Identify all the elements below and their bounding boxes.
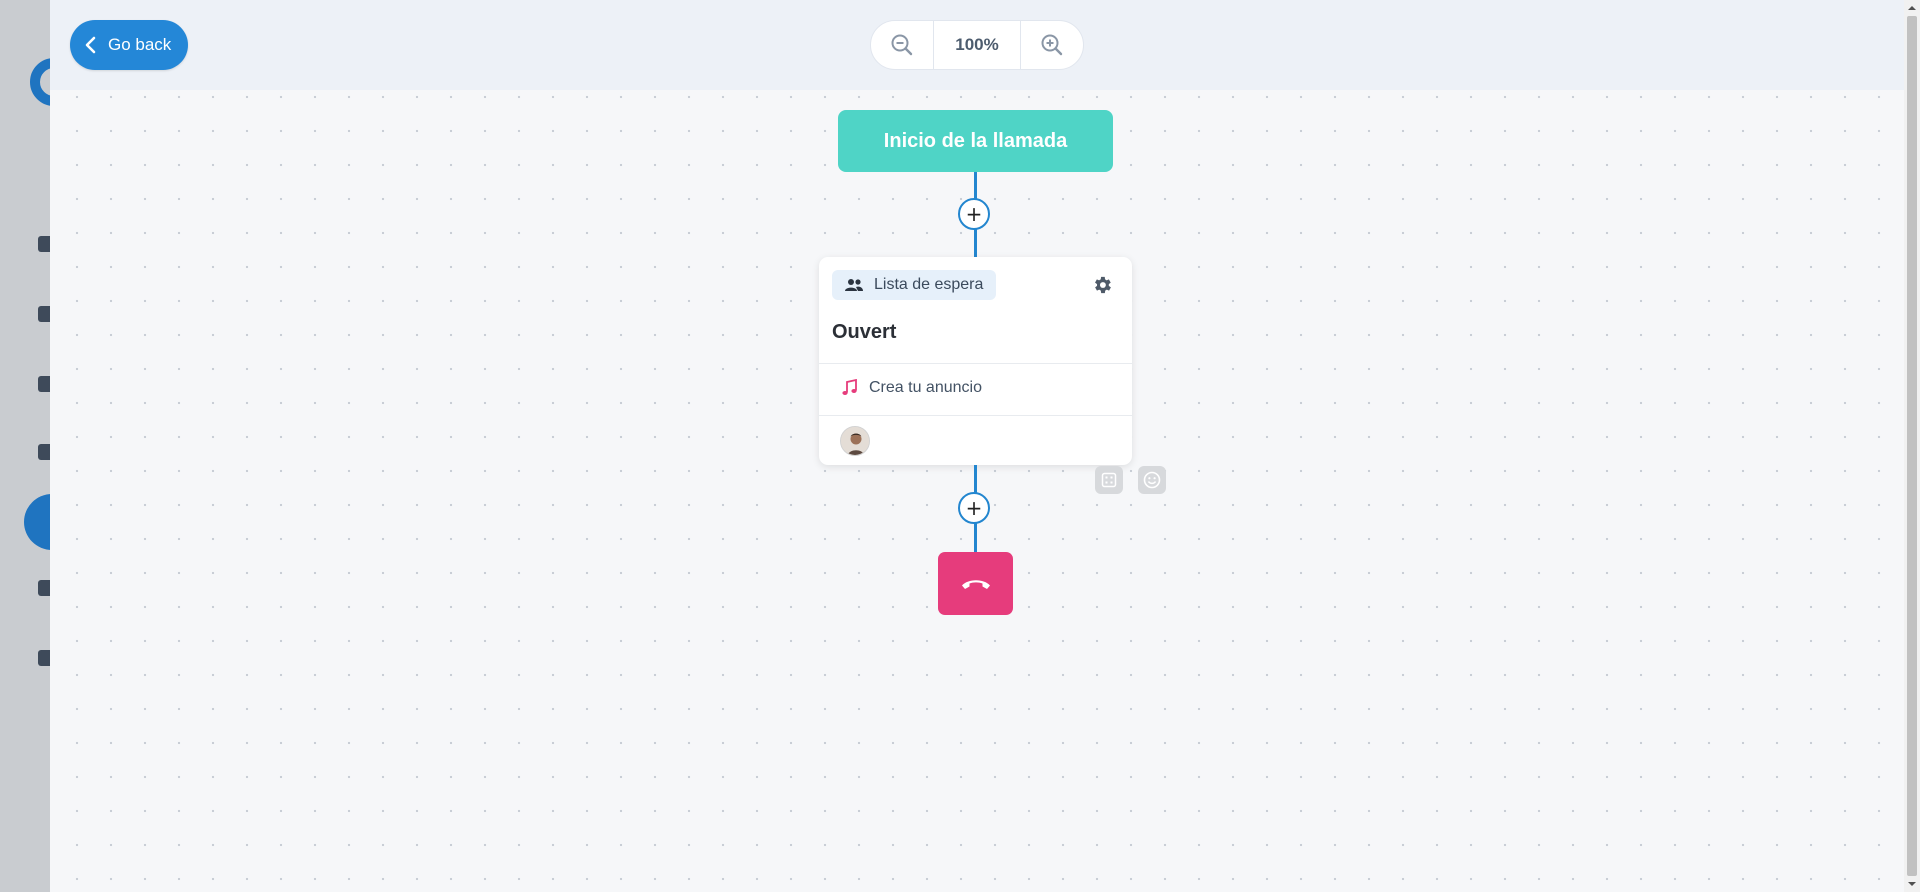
background-sidebar: [0, 0, 78, 892]
queue-node-card[interactable]: Lista de espera Ouvert Crea tu anuncio: [819, 257, 1132, 465]
user-photo: [841, 427, 869, 455]
flow-editor-canvas[interactable]: Go back 100% Inicio de la llamada + List…: [50, 0, 1904, 892]
divider: [819, 363, 1132, 364]
divider: [819, 415, 1132, 416]
go-back-button[interactable]: Go back: [70, 20, 188, 70]
emoji-option-button[interactable]: [1138, 466, 1166, 494]
chevron-left-icon: [85, 36, 96, 54]
scroll-down-icon[interactable]: [1904, 878, 1920, 890]
music-note-icon: [842, 379, 857, 395]
smiley-icon: [1143, 471, 1161, 489]
node-type-tag: Lista de espera: [832, 270, 997, 300]
scrollbar-thumb[interactable]: [1907, 16, 1917, 876]
hangup-node[interactable]: [938, 552, 1013, 615]
avatar[interactable]: [840, 426, 870, 456]
scroll-up-icon[interactable]: [1904, 2, 1920, 14]
call-start-node[interactable]: Inicio de la llamada: [838, 110, 1113, 172]
add-step-button[interactable]: +: [958, 198, 990, 230]
keypad-icon: [1101, 472, 1117, 488]
zoom-out-icon: [891, 34, 913, 56]
gear-icon[interactable]: [1091, 274, 1113, 296]
add-step-button[interactable]: +: [958, 492, 990, 524]
page-scrollbar[interactable]: [1904, 0, 1920, 892]
go-back-label: Go back: [108, 35, 172, 54]
zoom-level: 100%: [933, 21, 1021, 69]
phone-hangup-icon: [961, 579, 990, 589]
zoom-in-icon: [1041, 34, 1063, 56]
keypad-option-button[interactable]: [1095, 466, 1123, 494]
zoom-in-button[interactable]: [1021, 21, 1083, 69]
group-icon: [845, 279, 863, 291]
node-title: Ouvert: [832, 321, 897, 343]
zoom-control: 100%: [870, 20, 1084, 70]
announcement-label: Crea tu anuncio: [869, 379, 982, 396]
node-type-label: Lista de espera: [874, 276, 984, 293]
editor-toolbar: Go back 100%: [50, 0, 1904, 90]
zoom-out-button[interactable]: [871, 21, 933, 69]
announcement-row[interactable]: Crea tu anuncio: [841, 379, 982, 397]
